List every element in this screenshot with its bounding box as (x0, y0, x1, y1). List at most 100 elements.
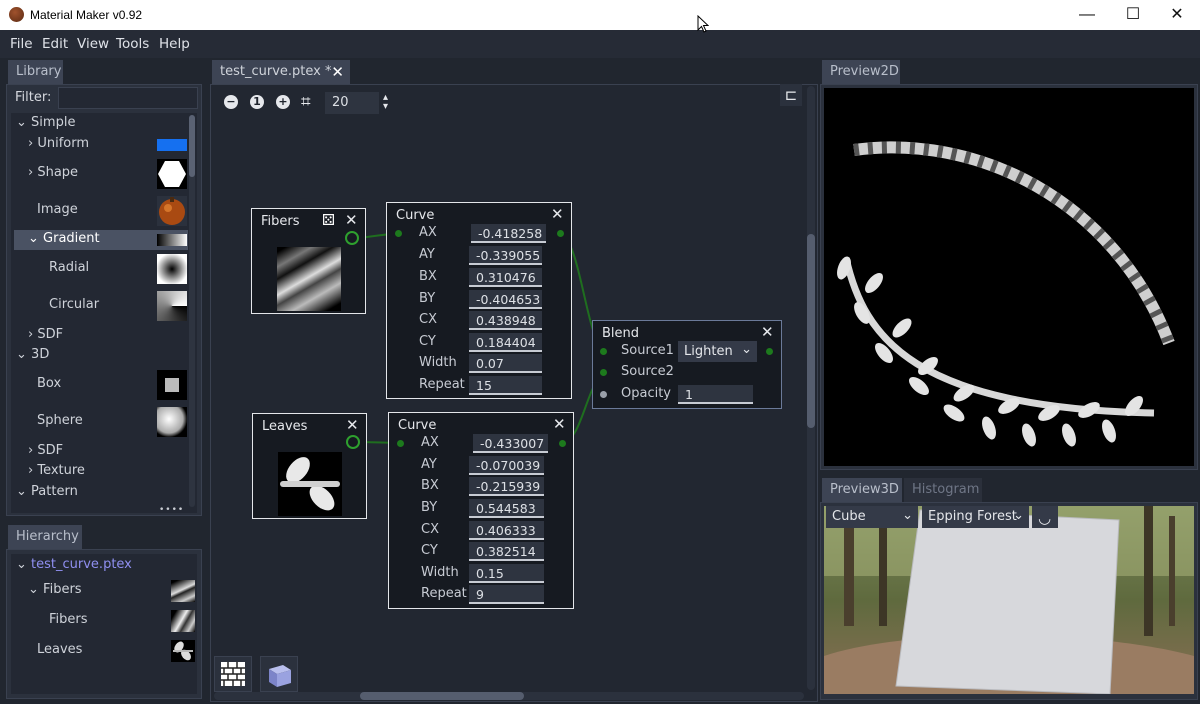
curve-2-ax-label: AX (421, 435, 439, 450)
curve-2-cx-field[interactable]: 0.406333 (469, 521, 544, 540)
hierarchy-item-fibers[interactable]: ⌄ Fibers (28, 582, 82, 602)
model-dropdown[interactable]: Cube ⌄ (826, 506, 918, 528)
library-item-3d[interactable]: ⌄ 3D (16, 347, 49, 367)
fibers-node[interactable]: Fibers ⚄ ✕ (251, 208, 366, 314)
fibers-close-icon[interactable]: ✕ (345, 211, 358, 229)
menu-help[interactable]: Help (159, 36, 190, 52)
library-item-sdf-3d[interactable]: › SDF (28, 443, 63, 463)
tab-library[interactable]: Library (8, 60, 63, 84)
zoom-out-icon[interactable]: − (224, 95, 238, 109)
snap-grid-icon[interactable]: ⌗ (301, 92, 311, 112)
blend-source2-port[interactable] (600, 369, 607, 376)
library-item-gradient[interactable]: ⌄ Gradient (28, 231, 100, 251)
curve-1-bx-label: BX (419, 269, 437, 284)
rotate-icon: ◡ (1038, 509, 1052, 527)
tab-hierarchy[interactable]: Hierarchy (8, 525, 82, 549)
leaves-output-port[interactable] (346, 435, 360, 449)
rotate-toggle-button[interactable]: ◡ (1032, 506, 1058, 528)
curve-2-output-port[interactable] (559, 440, 566, 447)
curve-node-2-close-icon[interactable]: ✕ (553, 415, 566, 433)
environment-dropdown[interactable]: Epping Forest ⌄ (922, 506, 1029, 528)
menu-file[interactable]: File (10, 36, 33, 52)
graph-vscrollbar-thumb[interactable] (807, 234, 815, 428)
curve-1-output-port[interactable] (557, 230, 564, 237)
hierarchy-item-fibers-child[interactable]: Fibers (49, 612, 88, 632)
box-thumbnail (157, 370, 187, 400)
blend-output-port[interactable] (766, 348, 773, 355)
curve-2-ay-field[interactable]: -0.070039 (469, 456, 544, 475)
curve-1-width-field[interactable]: 0.07 (469, 354, 542, 373)
curve-2-repeat-field[interactable]: 9 (469, 585, 544, 604)
collapse-icon: › (28, 165, 34, 180)
zoom-reset-icon[interactable]: 1 (250, 95, 264, 109)
curve-1-input-port[interactable] (395, 230, 402, 237)
snap-spin-icon[interactable]: ▴▾ (383, 93, 391, 112)
close-tab-icon[interactable]: ✕ (331, 63, 344, 81)
tab-graph-file[interactable]: test_curve.ptex * ✕ (212, 60, 350, 84)
curve-1-bx-field[interactable]: 0.310476 (469, 268, 542, 287)
library-item-sdf[interactable]: › SDF (28, 327, 63, 347)
snap-distance-input[interactable]: 20 (325, 92, 379, 114)
cube-icon (269, 665, 291, 687)
curve-2-width-field[interactable]: 0.15 (469, 564, 544, 583)
minimize-button[interactable]: — (1064, 0, 1110, 30)
zoom-in-icon[interactable]: + (276, 95, 290, 109)
leaves-node[interactable]: Leaves ✕ (252, 413, 367, 519)
more-icon[interactable]: •••• (159, 505, 184, 515)
library-item-sphere[interactable]: Sphere (37, 413, 83, 433)
curve-2-bx-field[interactable]: -0.215939 (469, 477, 544, 496)
menu-edit[interactable]: Edit (42, 36, 68, 52)
curve-1-repeat-field[interactable]: 15 (469, 376, 542, 395)
curve-2-by-label: BY (421, 500, 438, 515)
curve-1-cx-field[interactable]: 0.438948 (469, 311, 542, 330)
library-item-radial[interactable]: Radial (49, 260, 89, 280)
library-item-simple[interactable]: ⌄ Simple (16, 115, 75, 135)
curve-2-width-label: Width (421, 565, 459, 580)
graph-hscrollbar-thumb[interactable] (360, 692, 524, 700)
blend-mode-dropdown[interactable]: Lighten ⌄ (678, 341, 757, 362)
library-item-texture[interactable]: › Texture (28, 463, 85, 483)
close-window-button[interactable]: ✕ (1154, 0, 1200, 30)
library-item-image[interactable]: Image (37, 202, 78, 222)
menu-tools[interactable]: Tools (116, 36, 149, 52)
curve-1-by-field[interactable]: -0.404653 (469, 290, 542, 309)
leaves-close-icon[interactable]: ✕ (346, 416, 359, 434)
align-nodes-icon[interactable]: ⊏ (780, 84, 802, 106)
blend-opacity-port[interactable] (600, 391, 607, 398)
curve-1-cx-label: CX (419, 312, 437, 327)
dice-icon[interactable]: ⚄ (322, 211, 335, 229)
filter-input[interactable] (58, 87, 198, 109)
expand-icon: ⌄ (16, 557, 27, 572)
curve-2-by-field[interactable]: 0.544583 (469, 499, 544, 518)
curve-1-cy-field[interactable]: 0.184404 (469, 333, 542, 352)
blend-opacity-field[interactable]: 1 (678, 385, 753, 404)
leaves-node-title: Leaves (262, 419, 308, 434)
curve-node-1-close-icon[interactable]: ✕ (551, 205, 564, 223)
curve-2-ax-field[interactable]: -0.433007 (473, 434, 548, 453)
curve-1-ax-label: AX (419, 225, 437, 240)
hierarchy-item-leaves[interactable]: Leaves (37, 642, 82, 662)
fibers-node-title: Fibers (261, 214, 300, 229)
blend-source1-port[interactable] (600, 348, 607, 355)
library-scrollbar-thumb[interactable] (189, 115, 195, 177)
library-item-uniform[interactable]: › Uniform (28, 136, 89, 156)
menu-view[interactable]: View (77, 36, 109, 52)
library-item-box[interactable]: Box (37, 376, 61, 396)
hierarchy-item-root[interactable]: ⌄ test_curve.ptex (16, 557, 132, 577)
tab-preview2d[interactable]: Preview2D (822, 60, 900, 84)
curve-2-cy-field[interactable]: 0.382514 (469, 542, 544, 561)
fibers-output-port[interactable] (345, 231, 359, 245)
tab-histogram[interactable]: Histogram (904, 478, 982, 502)
curve-1-ax-field[interactable]: -0.418258 (471, 224, 546, 243)
tab-preview3d[interactable]: Preview3D (822, 478, 902, 502)
maximize-button[interactable]: ☐ (1110, 0, 1156, 30)
preview-2d-toggle-button[interactable] (214, 656, 252, 692)
library-item-shape[interactable]: › Shape (28, 165, 78, 185)
library-item-pattern[interactable]: ⌄ Pattern (16, 484, 78, 504)
library-item-circular[interactable]: Circular (49, 297, 99, 317)
preview-3d-toggle-button[interactable] (260, 656, 298, 692)
preview3d-viewport[interactable] (824, 506, 1194, 694)
curve-2-input-port[interactable] (397, 440, 404, 447)
curve-1-ay-field[interactable]: -0.339055 (469, 246, 542, 265)
blend-close-icon[interactable]: ✕ (761, 323, 774, 341)
